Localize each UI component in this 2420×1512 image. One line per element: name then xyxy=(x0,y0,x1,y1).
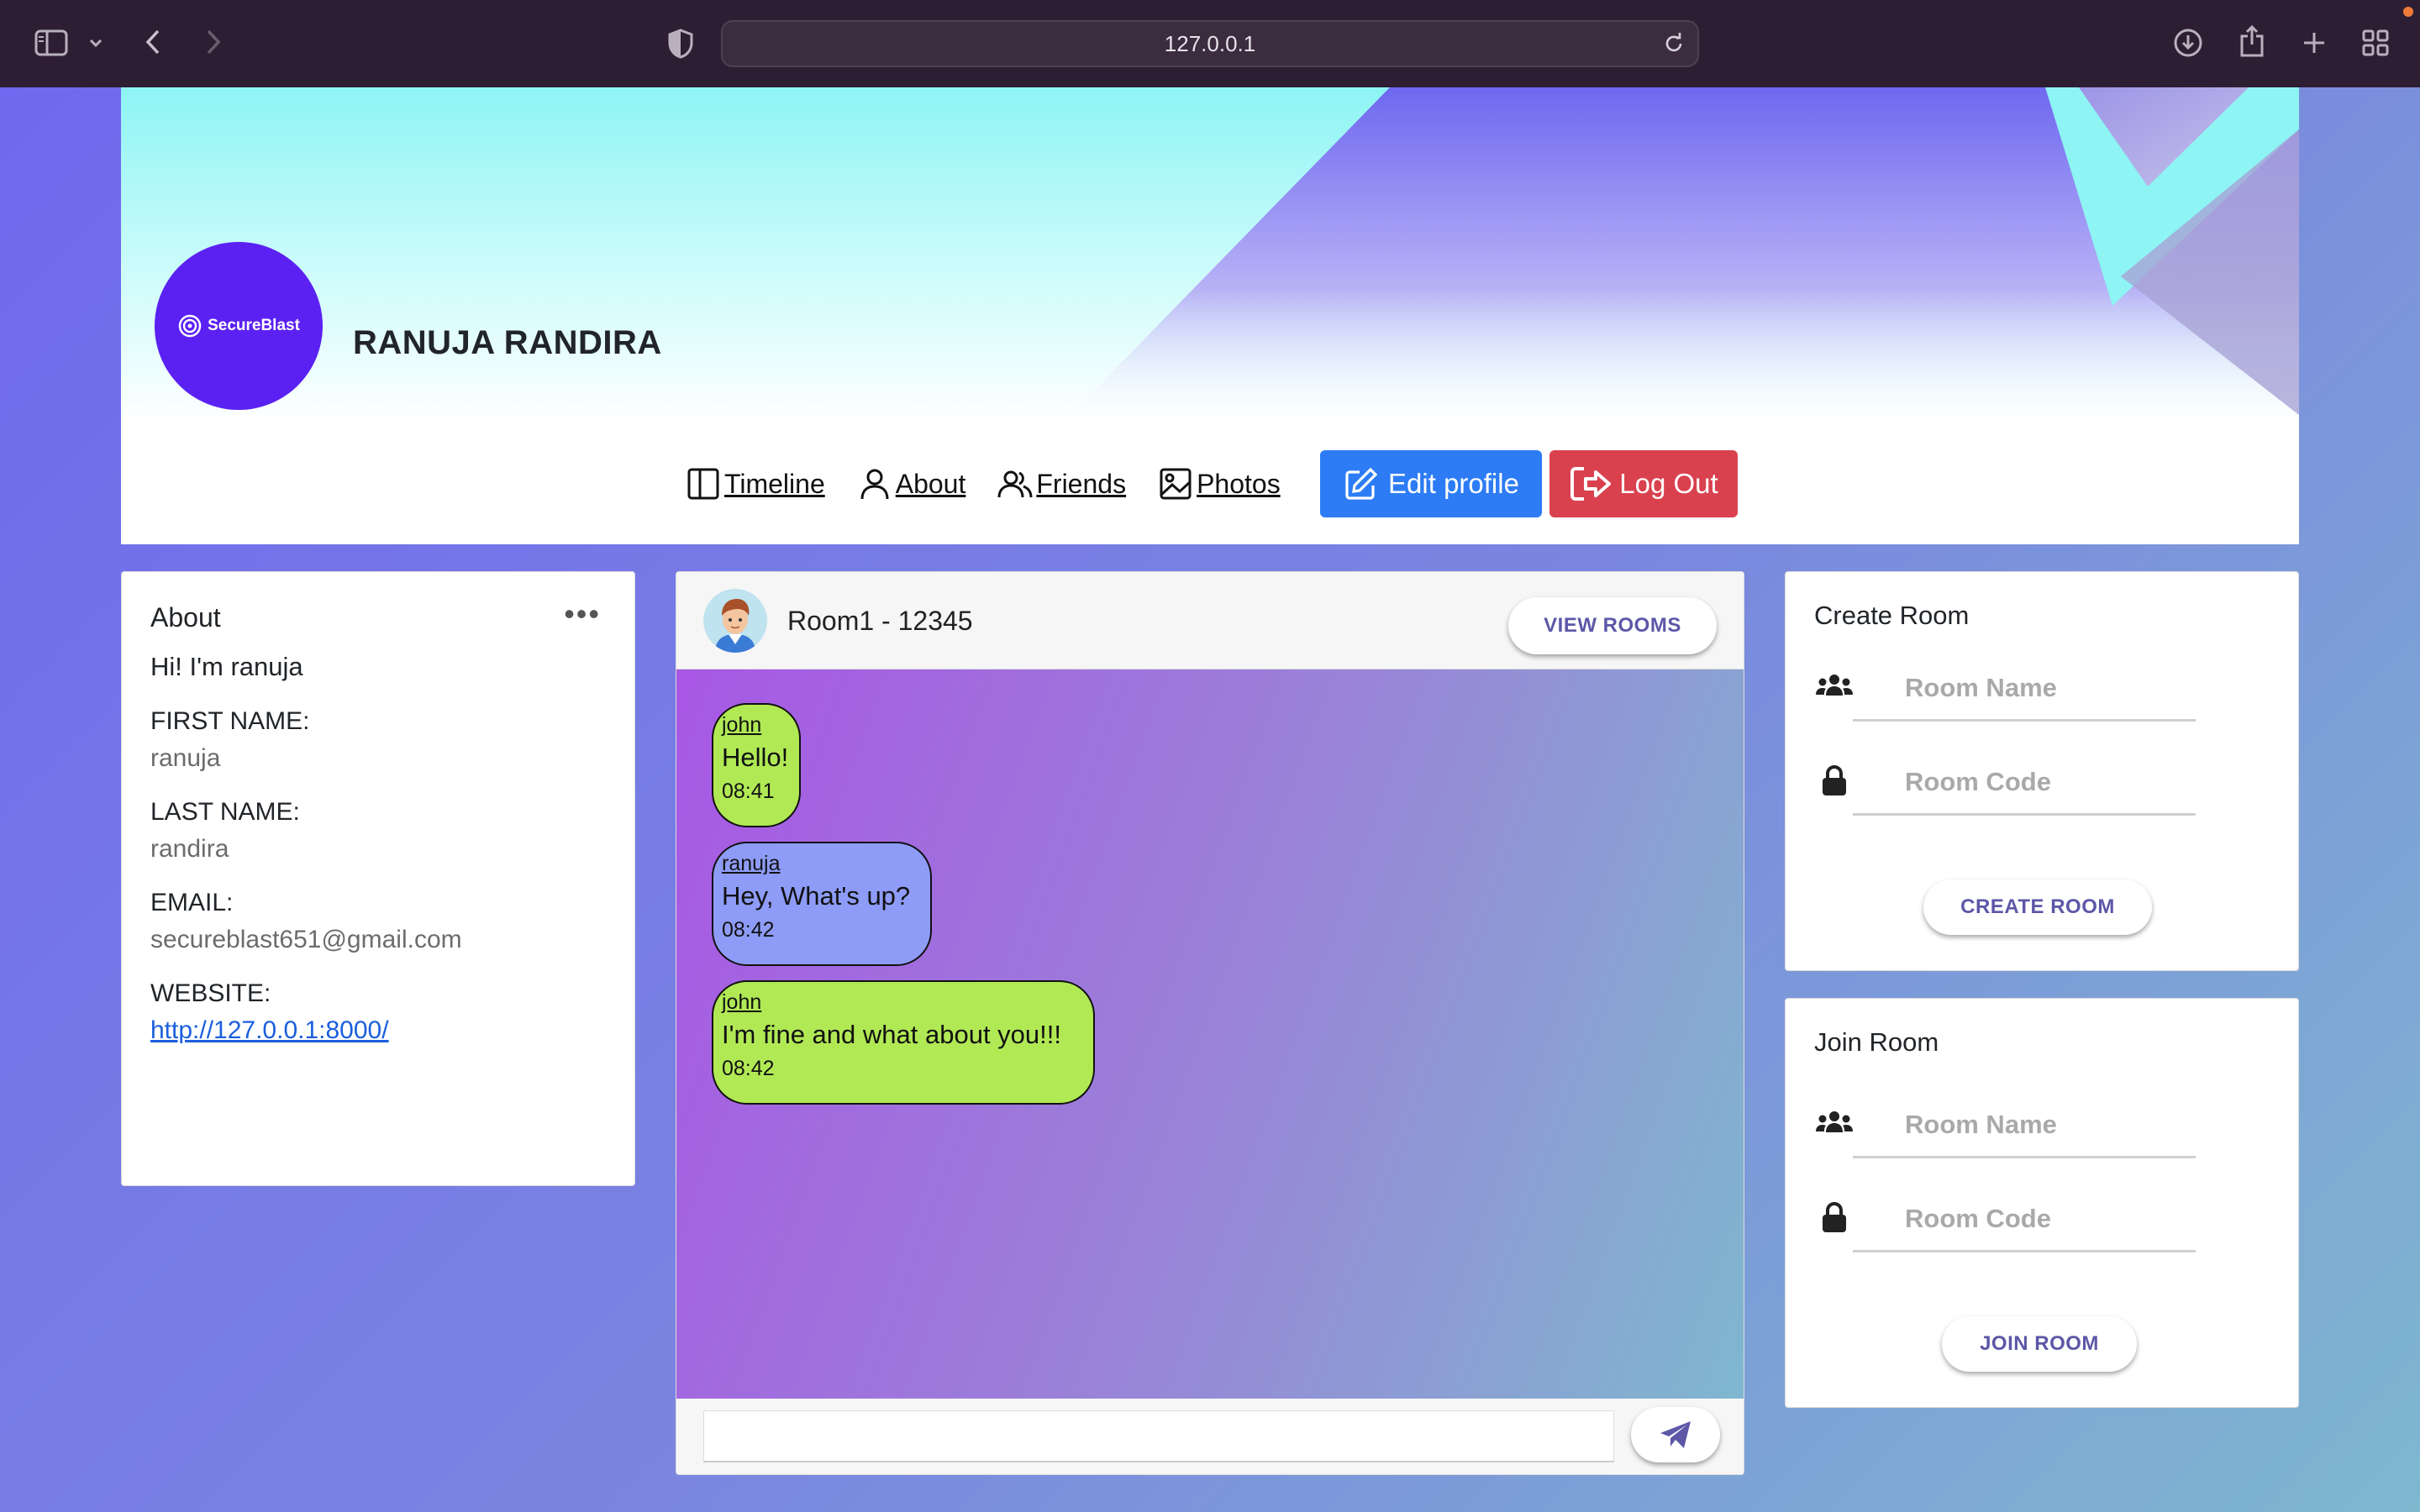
share-icon[interactable] xyxy=(2235,22,2269,60)
notification-dot xyxy=(2403,7,2413,17)
message-time: 08:42 xyxy=(722,1057,775,1080)
nav-timeline[interactable]: Timeline xyxy=(686,466,825,501)
log-out-button[interactable]: Log Out xyxy=(1549,450,1738,517)
create-room-title: Create Room xyxy=(1814,601,1970,630)
website-label: WEBSITE: xyxy=(150,979,271,1007)
browser-toolbar: 127.0.0.1 xyxy=(0,0,2420,87)
email-label: EMAIL: xyxy=(150,889,234,916)
person-icon xyxy=(860,469,889,500)
message-text: Hello! xyxy=(722,743,789,772)
join-room-code-input[interactable]: Room Code xyxy=(1853,1187,2196,1252)
lock-icon xyxy=(1814,1200,1854,1234)
profile-nav: Timeline About Friends Photos xyxy=(686,450,1313,517)
email-value: secureblast651@gmail.com xyxy=(150,926,462,953)
chat-composer xyxy=(676,1399,1744,1474)
nav-friends[interactable]: Friends xyxy=(997,466,1126,501)
logo-text: SecureBlast xyxy=(208,317,300,334)
create-room-card: Create Room Room Name Room Code CREATE R… xyxy=(1785,571,2299,971)
first-name-value: ranuja xyxy=(150,744,221,772)
reload-icon[interactable] xyxy=(1662,32,1686,61)
about-card: About ••• Hi! I'm ranuja FIRST NAME: ran… xyxy=(121,571,635,1186)
create-room-code-row: Room Code xyxy=(1814,750,2201,816)
nav-photos-label: Photos xyxy=(1197,468,1281,499)
send-button[interactable] xyxy=(1631,1407,1720,1462)
chat-message: john I'm fine and what about you!!! 08:4… xyxy=(712,980,1095,1105)
image-icon xyxy=(1160,468,1192,500)
forward-icon[interactable] xyxy=(197,25,230,59)
chevron-down-icon[interactable] xyxy=(84,30,108,55)
join-room-name-input[interactable]: Room Name xyxy=(1853,1093,2196,1158)
message-author[interactable]: ranuja xyxy=(722,852,922,876)
nav-about-label: About xyxy=(895,468,966,499)
edit-icon xyxy=(1345,467,1378,500)
profile-avatar[interactable]: SecureBlast xyxy=(155,242,323,410)
timeline-icon xyxy=(687,468,719,500)
users-icon xyxy=(1814,669,1854,703)
chat-header: Room1 - 12345 VIEW ROOMS xyxy=(676,572,1744,669)
profile-header: SecureBlast RANUJA RANDIRA Timeline Abou… xyxy=(121,87,2299,544)
download-icon[interactable] xyxy=(2171,25,2205,60)
tab-overview-icon[interactable] xyxy=(2358,25,2393,60)
chat-message: ranuja Hey, What's up? 08:42 xyxy=(712,842,932,966)
cover-decoration xyxy=(1062,87,2299,423)
lock-icon xyxy=(1814,764,1854,797)
more-options-icon[interactable]: ••• xyxy=(564,599,601,629)
logout-icon xyxy=(1570,467,1612,501)
first-name-label: FIRST NAME: xyxy=(150,707,310,735)
edit-profile-label: Edit profile xyxy=(1388,468,1519,499)
url-text: 127.0.0.1 xyxy=(1164,30,1256,56)
nav-about[interactable]: About xyxy=(857,466,966,501)
nav-friends-label: Friends xyxy=(1036,468,1127,499)
new-tab-icon[interactable] xyxy=(2297,25,2331,60)
friends-icon xyxy=(997,470,1033,498)
paper-plane-icon xyxy=(1660,1421,1691,1448)
create-room-code-input[interactable]: Room Code xyxy=(1853,750,2196,816)
nav-timeline-label: Timeline xyxy=(724,468,825,499)
create-room-name-input[interactable]: Room Name xyxy=(1853,656,2196,722)
secureblast-logo-icon xyxy=(178,314,202,338)
message-time: 08:42 xyxy=(722,918,775,942)
website-link[interactable]: http://127.0.0.1:8000/ xyxy=(150,1016,606,1045)
join-room-title: Join Room xyxy=(1814,1027,1939,1057)
message-text: Hey, What's up? xyxy=(722,881,911,911)
about-bio: Hi! I'm ranuja xyxy=(150,652,303,681)
create-room-name-row: Room Name xyxy=(1814,656,2201,722)
message-text: I'm fine and what about you!!! xyxy=(722,1020,1061,1049)
nav-photos[interactable]: Photos xyxy=(1158,466,1281,501)
join-room-button[interactable]: JOIN ROOM xyxy=(1942,1316,2137,1372)
message-author[interactable]: john xyxy=(722,990,1085,1015)
room-title: Room1 - 12345 xyxy=(787,606,973,636)
about-title: About xyxy=(150,602,221,633)
sidebar-toggle-icon[interactable] xyxy=(32,25,71,60)
join-room-card: Join Room Room Name Room Code JOIN ROOM xyxy=(1785,998,2299,1408)
chat-card: Room1 - 12345 VIEW ROOMS john Hello! 08:… xyxy=(676,571,1744,1475)
address-bar[interactable]: 127.0.0.1 xyxy=(721,20,1699,67)
profile-name: RANUJA RANDIRA xyxy=(353,324,662,361)
users-icon xyxy=(1814,1106,1854,1140)
message-author[interactable]: john xyxy=(722,713,791,738)
privacy-shield-icon[interactable] xyxy=(664,25,697,62)
last-name-label: LAST NAME: xyxy=(150,798,300,826)
create-room-button[interactable]: CREATE ROOM xyxy=(1923,879,2152,935)
message-time: 08:41 xyxy=(722,780,775,803)
chat-messages: john Hello! 08:41 ranuja Hey, What's up?… xyxy=(676,669,1744,1399)
back-icon[interactable] xyxy=(136,25,170,59)
last-name-value: randira xyxy=(150,835,229,863)
user-avatar xyxy=(703,589,767,653)
log-out-label: Log Out xyxy=(1619,468,1718,499)
view-rooms-button[interactable]: VIEW ROOMS xyxy=(1508,597,1717,654)
chat-message: john Hello! 08:41 xyxy=(712,703,801,827)
join-room-name-row: Room Name xyxy=(1814,1093,2201,1158)
edit-profile-button[interactable]: Edit profile xyxy=(1320,450,1542,517)
message-input[interactable] xyxy=(703,1410,1614,1462)
join-room-code-row: Room Code xyxy=(1814,1187,2201,1252)
